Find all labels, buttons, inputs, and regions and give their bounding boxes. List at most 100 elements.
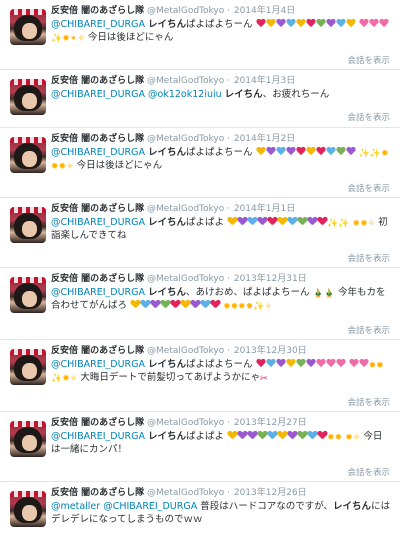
heart-icon <box>318 431 327 440</box>
heart-icon <box>258 217 267 226</box>
view-conversation-link[interactable]: 会話を表示 <box>347 182 390 194</box>
star-icon: ✹ <box>62 374 70 384</box>
heart-icon <box>298 431 307 440</box>
mention-link[interactable]: @CHIBAREI_DURGA <box>51 147 145 158</box>
tweet-date[interactable]: 2013年12月31日 <box>233 274 307 284</box>
heart-icon <box>318 217 327 226</box>
tweet-item[interactable]: 反安倍 闇のあざらし隊 @MetalGodTokyo · 2014年1月1日 @… <box>0 198 400 268</box>
heart-icon <box>306 147 315 156</box>
avatar[interactable] <box>10 207 46 243</box>
tweet-header: 反安倍 闇のあざらし隊 @MetalGodTokyo · 2014年1月1日 <box>51 204 296 214</box>
mention-link[interactable]: @CHIBAREI_DURGA <box>51 359 145 370</box>
view-conversation-link[interactable]: 会話を表示 <box>347 466 390 478</box>
mention-link[interactable]: @CHIBAREI_DURGA <box>51 89 145 100</box>
tweet-header: 反安倍 闇のあざらし隊 @MetalGodTokyo · 2013年12月31日 <box>51 274 307 284</box>
tweet-date[interactable]: 2013年12月26日 <box>233 488 307 498</box>
heart-icon <box>171 300 180 309</box>
avatar[interactable] <box>10 79 46 115</box>
tweet-item[interactable]: 反安倍 闇のあざらし隊 @MetalGodTokyo · 2013年12月31日… <box>0 268 400 340</box>
shooting-star-icon: ✧ <box>77 34 85 44</box>
mention-link[interactable]: @CHIBAREI_DURGA <box>51 217 145 228</box>
view-conversation-link[interactable]: 会話を表示 <box>347 324 390 336</box>
pine-decoration-icon: 🎍 <box>323 289 336 299</box>
mention-link[interactable]: @CHIBAREI_DURGA <box>103 501 197 512</box>
star-icon: ✹ <box>376 361 384 371</box>
timeline: 反安倍 闇のあざらし隊 @MetalGodTokyo · 2014年1月4日 @… <box>0 0 400 540</box>
star-icon: ✹ <box>360 219 368 229</box>
avatar[interactable] <box>10 9 46 45</box>
heart-icon <box>201 300 210 309</box>
user-name[interactable]: 反安倍 闇のあざらし隊 <box>51 6 144 16</box>
mention-link[interactable]: @CHIBAREI_DURGA <box>51 431 145 442</box>
view-conversation-link[interactable]: 会話を表示 <box>347 252 390 264</box>
heart-icon <box>308 431 317 440</box>
user-name[interactable]: 反安倍 闇のあざらし隊 <box>51 346 144 356</box>
star-icon: ✹ <box>51 162 59 172</box>
tweet-text: @CHIBAREI_DURGA レイちんぱよぱよちーん ✨✹✶✧ 今日は後ほどに… <box>51 18 391 44</box>
tweet-date[interactable]: 2013年12月30日 <box>233 346 307 356</box>
tweet-header: 反安倍 闇のあざらし隊 @MetalGodTokyo · 2014年1月4日 <box>51 6 296 16</box>
user-handle[interactable]: @MetalGodTokyo <box>147 488 224 498</box>
heart-icon <box>191 300 200 309</box>
tweet-date[interactable]: 2014年1月4日 <box>233 6 295 16</box>
heart-icon <box>336 19 345 28</box>
tweet-date[interactable]: 2014年1月2日 <box>233 134 295 144</box>
heart-icon <box>278 217 287 226</box>
user-handle[interactable]: @MetalGodTokyo <box>147 76 224 86</box>
tweet-item[interactable]: 反安倍 闇のあざらし隊 @MetalGodTokyo · 2013年12月30日… <box>0 340 400 412</box>
avatar[interactable] <box>10 277 46 313</box>
heart-icon <box>256 359 265 368</box>
user-name[interactable]: 反安倍 闇のあざらし隊 <box>51 134 144 144</box>
tweet-header: 反安倍 闇のあざらし隊 @MetalGodTokyo · 2013年12月26日 <box>51 488 307 498</box>
tweet-item[interactable]: 反安倍 闇のあざらし隊 @MetalGodTokyo · 2013年12月27日… <box>0 412 400 482</box>
heart-icon <box>266 19 275 28</box>
star-icon: ✹ <box>345 433 353 443</box>
star-icon: ✹ <box>245 302 254 312</box>
mention-link[interactable]: @CHIBAREI_DURGA <box>51 287 145 298</box>
tweet-date[interactable]: 2014年1月3日 <box>233 76 295 86</box>
sparkle-icon: ✨ <box>51 34 63 44</box>
user-name[interactable]: 反安倍 闇のあざらし隊 <box>51 204 144 214</box>
tweet-item[interactable]: 反安倍 闇のあざらし隊 @MetalGodTokyo · 2014年1月2日 @… <box>0 128 400 198</box>
user-name[interactable]: 反安倍 闇のあざらし隊 <box>51 274 144 284</box>
avatar[interactable] <box>10 349 46 385</box>
heart-icon <box>316 359 325 368</box>
tweet-text: @CHIBAREI_DURGA レイちんぱよぱよちーん ✹✹✨✹✧ 大晦日デート… <box>51 359 384 384</box>
user-handle[interactable]: @MetalGodTokyo <box>147 346 224 356</box>
scissors-icon: ✂ <box>260 374 268 384</box>
user-name[interactable]: 反安倍 闇のあざらし隊 <box>51 488 144 498</box>
heart-icon <box>228 217 237 226</box>
star-icon: ✹ <box>238 302 246 312</box>
mention-link[interactable]: @CHIBAREI_DURGA <box>51 19 145 30</box>
heart-icon <box>369 19 378 28</box>
heart-icon <box>379 19 388 28</box>
user-name[interactable]: 反安倍 闇のあざらし隊 <box>51 418 144 428</box>
view-conversation-link[interactable]: 会話を表示 <box>347 54 390 66</box>
tweet-date[interactable]: 2014年1月1日 <box>233 204 295 214</box>
heart-icon <box>288 431 297 440</box>
avatar[interactable] <box>10 137 46 173</box>
tweet-item[interactable]: 反安倍 闇のあざらし隊 @MetalGodTokyo · 2014年1月3日 @… <box>0 70 400 128</box>
heart-icon <box>298 217 307 226</box>
heart-icon <box>276 359 285 368</box>
tweet-date[interactable]: 2013年12月27日 <box>233 418 307 428</box>
heart-icon <box>278 431 287 440</box>
user-handle[interactable]: @MetalGodTokyo <box>147 134 224 144</box>
tweet-item[interactable]: 反安倍 闇のあざらし隊 @MetalGodTokyo · 2013年12月26日… <box>0 482 400 540</box>
tweet-item[interactable]: 反安倍 闇のあざらし隊 @MetalGodTokyo · 2014年1月4日 @… <box>0 0 400 70</box>
view-conversation-link[interactable]: 会話を表示 <box>347 396 390 408</box>
user-handle[interactable]: @MetalGodTokyo <box>147 418 224 428</box>
view-conversation-link[interactable]: 会話を表示 <box>347 111 390 123</box>
mention-link[interactable]: @ok12ok12iuiu <box>148 89 222 100</box>
star-icon: ✹ <box>223 302 231 312</box>
heart-icon <box>349 359 358 368</box>
tweet-text: @CHIBAREI_DURGA レイちんぱよぱよ ✨✨ ✹✹✧ 初詣楽しんできて… <box>51 217 388 241</box>
heart-icon <box>326 19 335 28</box>
user-handle[interactable]: @MetalGodTokyo <box>147 204 224 214</box>
avatar[interactable] <box>10 421 46 457</box>
mention-link[interactable]: @metaller <box>51 501 100 512</box>
avatar[interactable] <box>10 491 46 527</box>
user-name[interactable]: 反安倍 闇のあざらし隊 <box>51 76 144 86</box>
user-handle[interactable]: @MetalGodTokyo <box>147 274 224 284</box>
user-handle[interactable]: @MetalGodTokyo <box>147 6 224 16</box>
